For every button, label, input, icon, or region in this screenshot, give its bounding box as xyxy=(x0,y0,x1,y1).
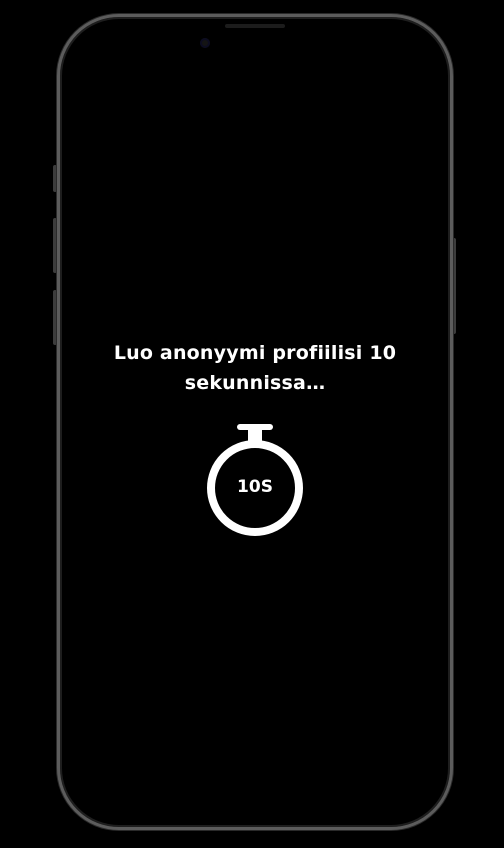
timer-countdown-label: 10S xyxy=(237,477,273,497)
loading-message: Luo anonyymi profiilisi 10 sekunnissa… xyxy=(113,342,397,394)
stopwatch-timer: 10S xyxy=(201,420,309,540)
speaker-grille xyxy=(225,24,285,28)
front-camera-icon xyxy=(200,38,210,48)
